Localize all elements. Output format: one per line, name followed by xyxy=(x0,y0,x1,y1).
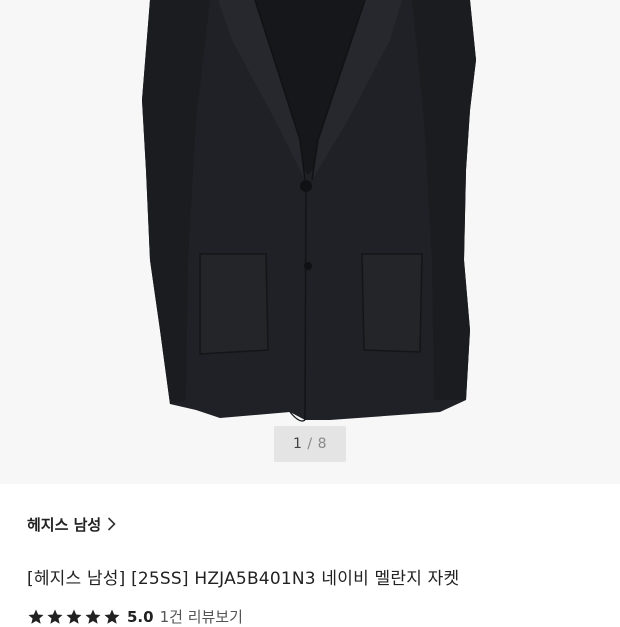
product-image[interactable]: 1 / 8 xyxy=(0,0,620,484)
brand-link[interactable]: 헤지스 남성 xyxy=(27,511,116,537)
star-icon xyxy=(28,609,44,624)
chevron-right-icon xyxy=(107,517,116,531)
star-icon xyxy=(47,609,63,624)
rating-score: 5.0 xyxy=(127,607,154,626)
star-icon xyxy=(104,609,120,624)
jacket-image xyxy=(142,0,476,422)
star-icon xyxy=(66,609,82,624)
rating-row: 5.0 1건 리뷰보기 xyxy=(27,606,243,627)
pager-current: 1 xyxy=(292,436,303,452)
review-link[interactable]: 1건 리뷰보기 xyxy=(160,606,243,627)
pager-total: 8 xyxy=(317,436,328,452)
star-icon xyxy=(85,609,101,624)
product-title: [헤지스 남성] [25SS] HZJA5B401N3 네이비 멜란지 자켓 xyxy=(27,569,460,589)
star-rating xyxy=(27,608,121,626)
image-pager: 1 / 8 xyxy=(274,426,346,462)
brand-name: 헤지스 남성 xyxy=(27,515,102,534)
pager-separator: / xyxy=(307,436,313,452)
